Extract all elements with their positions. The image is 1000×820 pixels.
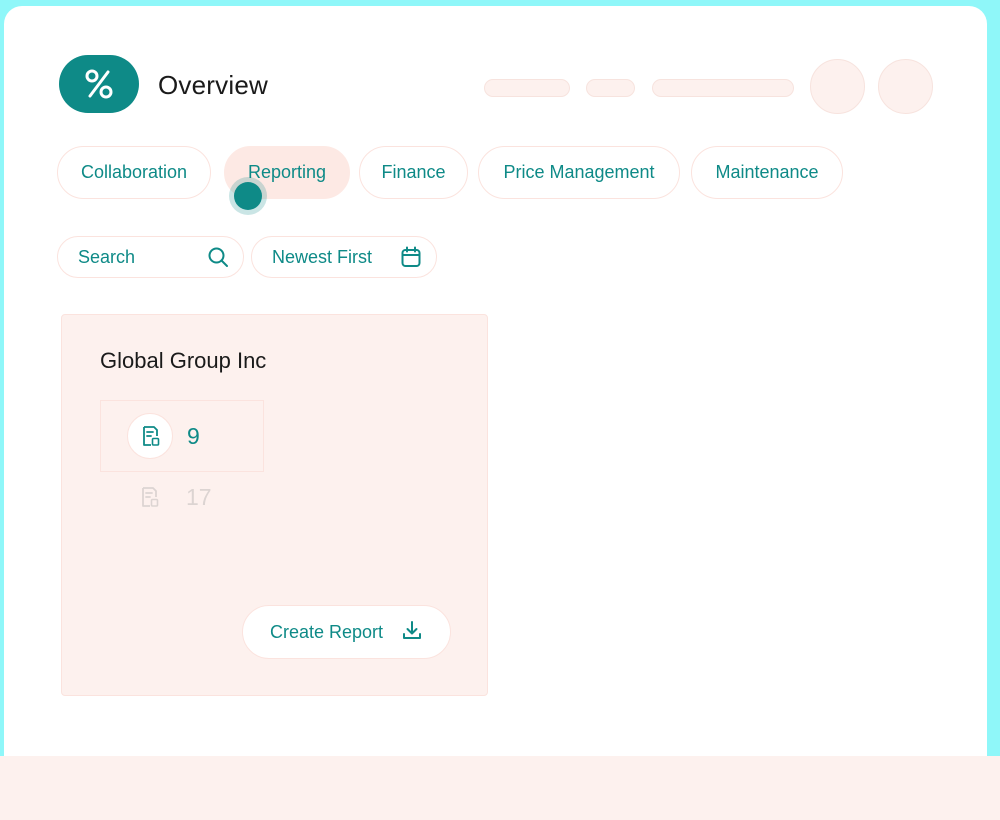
percent-icon	[85, 69, 113, 99]
tab-maintenance[interactable]: Maintenance	[691, 146, 843, 199]
search-icon	[207, 246, 229, 268]
header-placeholder-1	[484, 79, 570, 97]
avatar[interactable]	[810, 59, 865, 114]
tab-label: Finance	[381, 162, 446, 182]
search-placeholder: Search	[78, 246, 136, 267]
search-input[interactable]: Search	[57, 236, 244, 278]
logo[interactable]	[59, 55, 139, 113]
company-name: Global Group Inc	[100, 348, 267, 373]
tab-label: Maintenance	[715, 162, 819, 182]
tab-label: Price Management	[503, 162, 655, 182]
avatar[interactable]	[878, 59, 933, 114]
tab-price-management[interactable]: Price Management	[478, 146, 680, 199]
footer-band	[0, 756, 1000, 820]
header-placeholder-2	[586, 79, 635, 97]
report-document-icon	[127, 413, 173, 459]
create-report-label: Create Report	[269, 621, 384, 642]
tab-collaboration[interactable]: Collaboration	[57, 146, 211, 199]
header-placeholder-3	[652, 79, 794, 97]
create-report-button[interactable]: Create Report	[242, 605, 451, 659]
stat-value: 9	[187, 422, 200, 449]
tab-finance[interactable]: Finance	[359, 146, 468, 199]
calendar-icon	[400, 246, 422, 268]
tab-label: Reporting	[247, 162, 327, 182]
cursor-indicator	[234, 182, 262, 210]
report-count-stat[interactable]: 17	[100, 461, 264, 533]
report-document-icon	[126, 474, 172, 520]
sort-dropdown[interactable]: Newest First	[251, 236, 437, 278]
download-icon	[401, 619, 423, 646]
stat-value: 17	[186, 483, 212, 510]
app-window: Overview Collaboration Reporting Finance…	[4, 6, 987, 766]
company-card[interactable]: Global Group Inc 9 17 Create Report	[61, 314, 488, 696]
tab-label: Collaboration	[80, 162, 188, 182]
sort-label: Newest First	[272, 246, 373, 267]
page-title: Overview	[158, 70, 268, 100]
